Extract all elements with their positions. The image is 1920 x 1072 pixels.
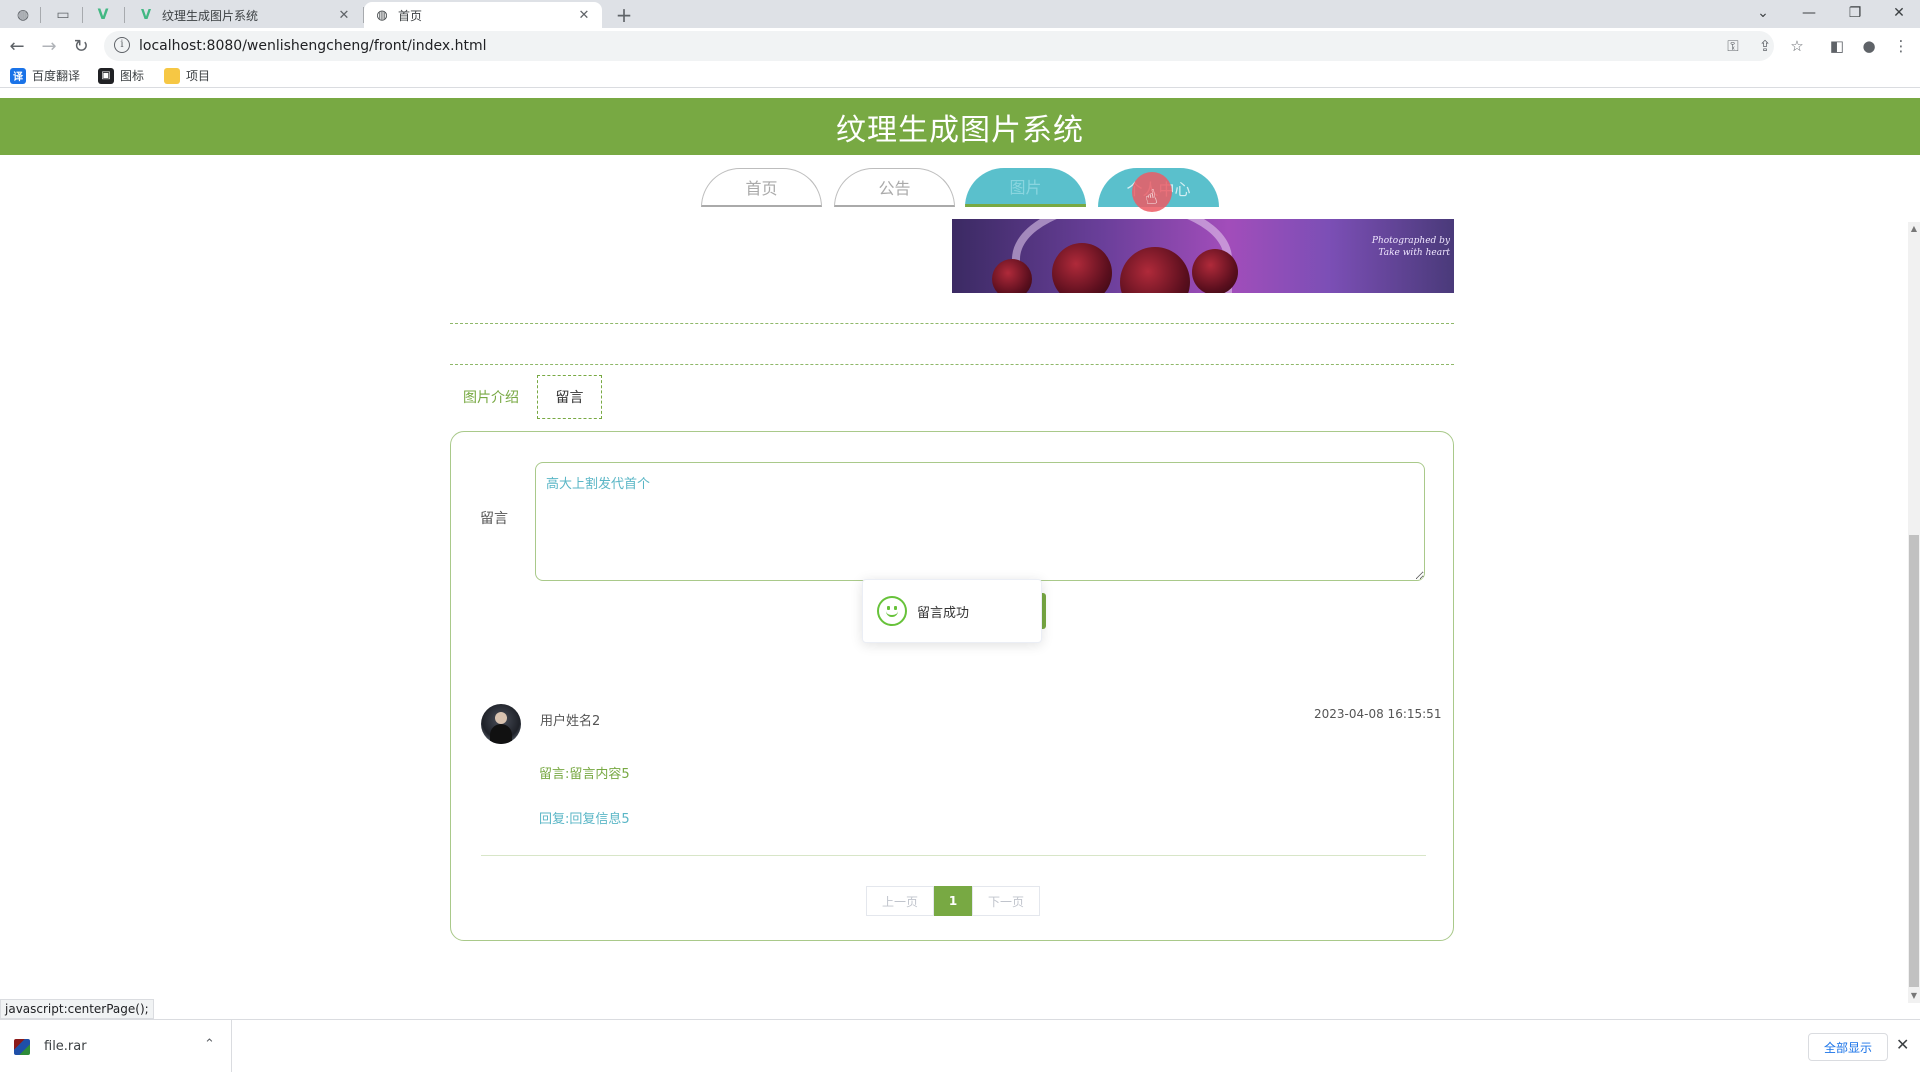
bookmark-item[interactable]: 译 百度翻译 bbox=[10, 67, 80, 84]
prev-page-button[interactable]: 上一页 bbox=[866, 886, 934, 916]
scrollbar-thumb[interactable] bbox=[1909, 535, 1919, 987]
tab-title: 首页 bbox=[398, 8, 423, 23]
minimize-icon[interactable]: — bbox=[1786, 0, 1832, 26]
browser-toolbar: ← → ↻ i localhost:8080/wenlishengcheng/f… bbox=[0, 28, 1920, 64]
nav-announcements[interactable]: 公告 bbox=[834, 168, 955, 207]
tab-close-icon[interactable]: ✕ bbox=[576, 8, 592, 23]
window-close-icon[interactable]: ✕ bbox=[1876, 0, 1920, 26]
avatar bbox=[481, 704, 521, 744]
tab-close-icon[interactable]: ✕ bbox=[336, 8, 352, 23]
tab-message[interactable]: 留言 bbox=[537, 375, 602, 419]
tab-title: 纹理生成图片系统 bbox=[162, 8, 259, 23]
pinned-tab-globe-icon[interactable]: ◍ bbox=[6, 4, 40, 26]
tab-separator bbox=[40, 7, 41, 23]
image-banner: Photographed by Take with heart bbox=[952, 219, 1454, 293]
browser-tab-strip: ◍ ▭ V V 纹理生成图片系统 ✕ ◍ 首页 ✕ + ⌄ — ❐ ✕ bbox=[0, 0, 1920, 28]
translate-icon: 译 bbox=[10, 67, 26, 84]
tab-image-intro[interactable]: 图片介绍 bbox=[463, 387, 519, 407]
address-url[interactable]: localhost:8080/wenlishengcheng/front/ind… bbox=[139, 38, 486, 54]
site-title: 纹理生成图片系统 bbox=[836, 112, 1084, 148]
bookmark-label: 项目 bbox=[186, 69, 211, 83]
scroll-down-arrow-icon[interactable]: ▼ bbox=[1908, 989, 1920, 1003]
pinned-tab-blank-icon[interactable]: ▭ bbox=[46, 4, 80, 26]
nav-images[interactable]: 图片 bbox=[965, 168, 1086, 207]
share-icon[interactable]: ⇪ bbox=[1754, 35, 1776, 57]
pinned-tab-vue-icon[interactable]: V bbox=[86, 4, 120, 26]
nav-home[interactable]: 首页 bbox=[701, 168, 822, 207]
tab-separator bbox=[124, 7, 125, 23]
bookmarks-bar: 译 百度翻译 ▣ 图标 项目 bbox=[0, 64, 1920, 88]
vue-favicon-icon: V bbox=[140, 7, 152, 23]
bookmark-item[interactable]: 项目 bbox=[164, 67, 210, 84]
message-textarea[interactable]: 高大上割发代首个 bbox=[535, 462, 1425, 581]
section-divider bbox=[450, 323, 1454, 324]
comment-divider bbox=[481, 855, 1426, 856]
tab-search-chevron-icon[interactable]: ⌄ bbox=[1740, 0, 1786, 26]
section-divider bbox=[450, 364, 1454, 365]
close-icon[interactable]: ✕ bbox=[1896, 1035, 1909, 1054]
bookmark-star-icon[interactable]: ☆ bbox=[1786, 35, 1808, 57]
banner-credit: Photographed by Take with heart bbox=[1371, 236, 1450, 258]
message-field-label: 留言 bbox=[480, 511, 508, 527]
download-item[interactable]: file.rar ⌃ bbox=[0, 1020, 232, 1072]
restore-icon[interactable]: ❐ bbox=[1832, 0, 1878, 26]
smile-icon bbox=[877, 596, 907, 626]
bookmark-item[interactable]: ▣ 图标 bbox=[98, 67, 144, 84]
forward-arrow-icon[interactable]: → bbox=[36, 33, 62, 59]
browser-tab-active[interactable]: ◍ 首页 ✕ bbox=[364, 2, 602, 28]
comment-content: 留言:留言内容5 bbox=[539, 767, 630, 782]
site-header: 纹理生成图片系统 bbox=[0, 98, 1920, 155]
next-page-button[interactable]: 下一页 bbox=[972, 886, 1040, 916]
bookmark-label: 百度翻译 bbox=[32, 69, 81, 83]
comment-timestamp: 2023-04-08 16:15:51 bbox=[1314, 707, 1442, 721]
new-tab-plus-icon[interactable]: + bbox=[607, 3, 641, 27]
address-bar[interactable]: i localhost:8080/wenlishengcheng/front/i… bbox=[104, 31, 1774, 61]
side-panel-icon[interactable]: ◧ bbox=[1826, 35, 1848, 57]
browser-tab[interactable]: V 纹理生成图片系统 ✕ bbox=[128, 2, 362, 28]
image-icon: ▣ bbox=[98, 67, 114, 84]
folder-icon bbox=[164, 67, 180, 84]
banner-ornament bbox=[1192, 249, 1238, 293]
toast-message: 留言成功 bbox=[917, 605, 970, 621]
show-all-button[interactable]: 全部显示 bbox=[1808, 1033, 1888, 1061]
password-key-icon[interactable]: ⚿ bbox=[1722, 35, 1744, 57]
globe-favicon-icon: ◍ bbox=[376, 7, 388, 23]
tab-separator bbox=[82, 7, 83, 23]
reload-icon[interactable]: ↻ bbox=[68, 33, 94, 59]
chevron-up-icon[interactable]: ⌃ bbox=[204, 1037, 215, 1052]
success-toast: 留言成功 bbox=[862, 579, 1042, 643]
pagination: 上一页 1 下一页 bbox=[866, 886, 1040, 916]
menu-kebab-icon[interactable]: ⋮ bbox=[1890, 35, 1912, 57]
comment-username: 用户姓名2 bbox=[540, 714, 601, 729]
comment-reply: 回复:回复信息5 bbox=[539, 812, 630, 827]
bookmark-label: 图标 bbox=[120, 69, 145, 83]
site-info-icon[interactable]: i bbox=[114, 37, 130, 53]
download-filename: file.rar bbox=[44, 1039, 87, 1054]
download-shelf: file.rar ⌃ 全部显示 ✕ bbox=[0, 1019, 1920, 1072]
banner-ornament bbox=[992, 259, 1032, 293]
back-arrow-icon[interactable]: ← bbox=[4, 33, 30, 59]
profile-avatar-icon[interactable]: ● bbox=[1858, 35, 1880, 57]
page-number-button[interactable]: 1 bbox=[934, 886, 972, 916]
rar-file-icon bbox=[14, 1038, 30, 1055]
scroll-up-arrow-icon[interactable]: ▲ bbox=[1908, 222, 1920, 236]
status-bar-url: javascript:centerPage(); bbox=[0, 999, 154, 1019]
